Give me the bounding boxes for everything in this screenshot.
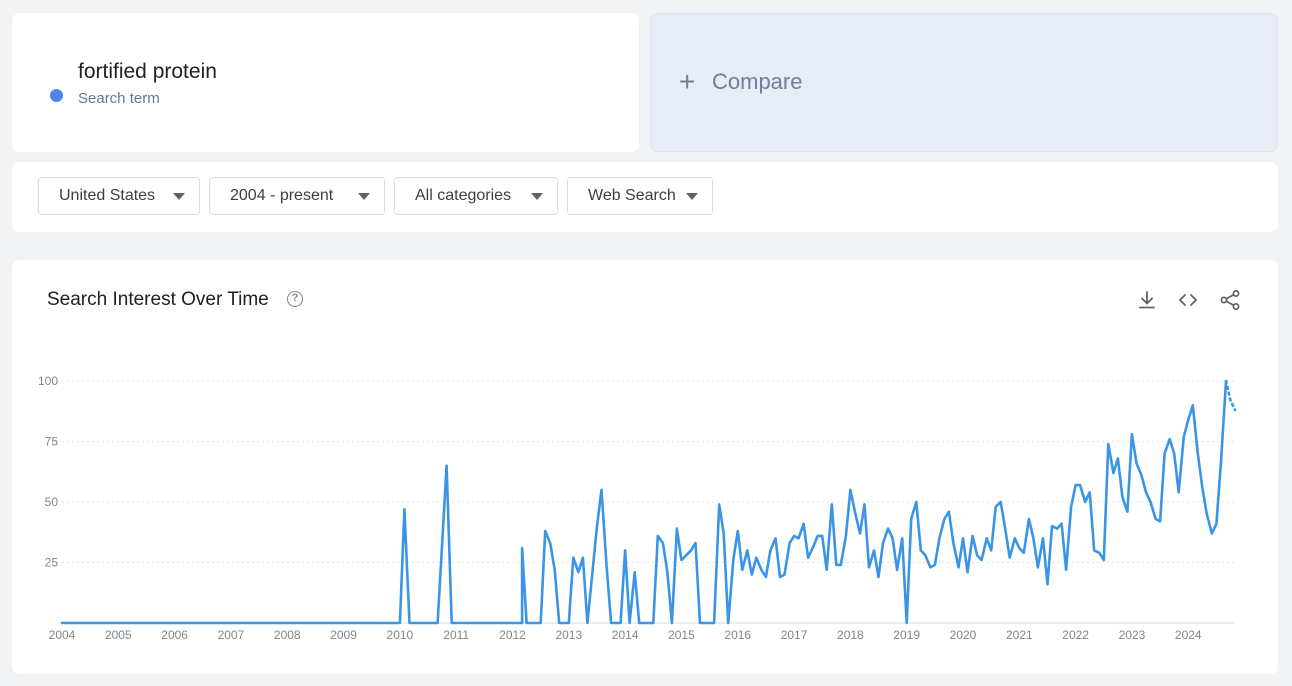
x-tick-label: 2016 — [724, 628, 751, 642]
caret-down-icon — [686, 193, 698, 200]
x-tick-label: 2020 — [950, 628, 977, 642]
region-filter-dropdown[interactable]: United States — [38, 177, 200, 215]
search-type-filter-label: Web Search — [588, 187, 676, 204]
caret-down-icon — [358, 193, 370, 200]
x-tick-label: 2007 — [218, 628, 245, 642]
x-tick-label: 2013 — [555, 628, 582, 642]
x-tick-label: 2011 — [443, 628, 469, 642]
chart-title: Search Interest Over Time — [47, 289, 269, 310]
time-range-filter-label: 2004 - present — [230, 187, 334, 204]
compare-button[interactable]: + Compare — [650, 13, 1278, 152]
caret-down-icon — [173, 193, 185, 200]
x-tick-label: 2023 — [1119, 628, 1146, 642]
x-tick-label: 2014 — [612, 628, 639, 642]
x-tick-label: 2015 — [668, 628, 695, 642]
y-tick-label: 50 — [45, 495, 59, 509]
region-filter-label: United States — [59, 187, 156, 204]
help-circle-icon[interactable]: ? — [287, 291, 303, 307]
category-filter-dropdown[interactable]: All categories — [394, 177, 558, 215]
y-tick-label: 25 — [45, 556, 59, 570]
search-term-label: fortified protein — [78, 60, 217, 83]
download-icon[interactable] — [1135, 288, 1159, 312]
x-tick-label: 2010 — [387, 628, 414, 642]
compare-label: Compare — [712, 69, 803, 94]
series-color-dot — [50, 89, 63, 102]
x-tick-label: 2006 — [161, 628, 188, 642]
x-tick-label: 2009 — [330, 628, 357, 642]
x-tick-label: 2019 — [893, 628, 920, 642]
search-type-filter-dropdown[interactable]: Web Search — [567, 177, 713, 215]
share-icon[interactable] — [1218, 288, 1242, 312]
interest-over-time-card: 100 75 50 25 2004 2005 2006 2007 2008 2009 2010 201… — [12, 260, 1278, 674]
category-filter-label: All categories — [415, 187, 512, 204]
y-tick-label: 75 — [45, 435, 59, 449]
search-term-sublabel: Search term — [78, 90, 160, 107]
x-tick-label: 2012 — [499, 628, 526, 642]
interest-over-time-chart: 100 75 50 25 2004 2005 2006 2007 2008 2009 2010 201… — [38, 374, 1237, 642]
series-partial-line — [1224, 379, 1237, 412]
time-range-filter-dropdown[interactable]: 2004 - present — [209, 177, 385, 215]
x-tick-label: 2022 — [1062, 628, 1089, 642]
x-tick-label: 2008 — [274, 628, 301, 642]
caret-down-icon — [531, 193, 543, 200]
x-tick-label: 2024 — [1175, 628, 1202, 642]
y-tick-label: 100 — [38, 374, 58, 388]
filter-bar: United States 2004 - present All categor… — [12, 162, 1278, 232]
x-tick-label: 2017 — [781, 628, 808, 642]
x-tick-label: 2004 — [49, 628, 76, 642]
embed-code-icon[interactable] — [1176, 288, 1200, 312]
x-tick-label: 2018 — [837, 628, 864, 642]
x-tick-label: 2005 — [105, 628, 132, 642]
plus-icon: + — [679, 66, 696, 97]
search-term-card[interactable]: fortified protein Search term — [12, 13, 639, 152]
x-tick-label: 2021 — [1006, 628, 1033, 642]
